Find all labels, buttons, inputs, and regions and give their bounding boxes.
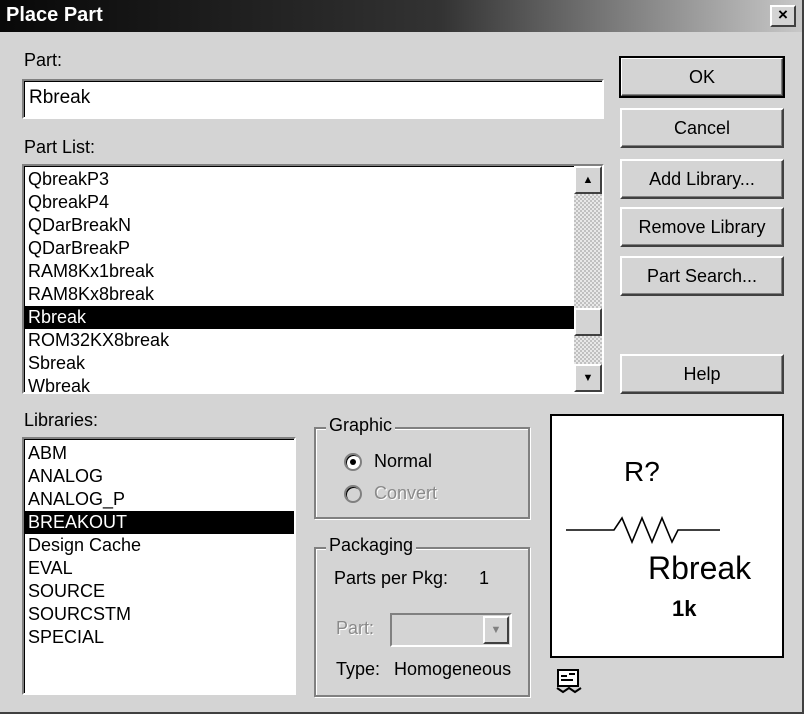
part-list-label: Part List: — [24, 137, 96, 157]
chevron-down-icon: ▼ — [483, 616, 509, 644]
type-label: Type: — [336, 659, 381, 679]
list-item[interactable]: RAM8Kx8break — [24, 283, 574, 306]
package-part-label: Part: — [336, 618, 375, 638]
part-list[interactable]: QbreakP3 QbreakP4 QDarBreakN QDarBreakP … — [22, 164, 604, 394]
graphic-group-title: Graphic — [326, 415, 396, 436]
list-item[interactable]: Sbreak — [24, 352, 574, 375]
part-search-button[interactable]: Part Search... — [620, 256, 784, 296]
list-item[interactable]: RAM8Kx1break — [24, 260, 574, 283]
library-item[interactable]: SOURCSTM — [24, 603, 294, 626]
libraries-list[interactable]: ABM ANALOG ANALOG_P BREAKOUT Design Cach… — [22, 437, 296, 695]
up-arrow-icon: ▲ — [582, 174, 594, 186]
part-input[interactable]: Rbreak — [22, 79, 604, 119]
preview-value: Rbreak — [648, 550, 752, 586]
library-item[interactable]: ANALOG_P — [24, 488, 294, 511]
library-item[interactable]: Design Cache — [24, 534, 294, 557]
list-item[interactable]: QDarBreakN — [24, 214, 574, 237]
help-button[interactable]: Help — [620, 354, 784, 394]
remove-library-button[interactable]: Remove Library — [620, 207, 784, 247]
window-title: Place Part — [6, 4, 103, 26]
title-bar[interactable]: Place Part × — [0, 0, 802, 32]
close-button[interactable]: × — [770, 5, 796, 27]
preview-param: 1k — [672, 596, 697, 621]
packaging-group-title: Packaging — [326, 535, 417, 556]
scroll-thumb[interactable] — [574, 308, 602, 336]
list-item-selected[interactable]: Rbreak — [24, 306, 574, 329]
library-icon[interactable] — [555, 668, 583, 694]
convert-radio-label: Convert — [374, 483, 438, 503]
cancel-button[interactable]: Cancel — [620, 108, 784, 148]
down-arrow-icon: ▼ — [582, 372, 594, 384]
part-input-value: Rbreak — [29, 87, 91, 108]
list-item[interactable]: QbreakP3 — [24, 168, 574, 191]
library-item[interactable]: ABM — [24, 442, 294, 465]
library-item[interactable]: ANALOG — [24, 465, 294, 488]
resistor-symbol — [566, 515, 720, 545]
library-item[interactable]: SPECIAL — [24, 626, 294, 649]
list-item[interactable]: QDarBreakP — [24, 237, 574, 260]
list-item[interactable]: ROM32KX8break — [24, 329, 574, 352]
graphic-group: Graphic Normal Convert — [314, 415, 530, 519]
preview-refdes: R? — [624, 456, 660, 487]
place-part-dialog: Place Part × Part: Rbreak Part List: Qbr… — [0, 0, 804, 714]
normal-radio-label[interactable]: Normal — [374, 451, 432, 472]
list-item[interactable]: Wbreak — [24, 375, 574, 392]
libraries-label: Libraries: — [24, 410, 99, 430]
parts-per-pkg-value: 1 — [479, 568, 490, 588]
convert-radio — [344, 485, 362, 503]
scroll-up-button[interactable]: ▲ — [574, 166, 602, 194]
add-library-button[interactable]: Add Library... — [620, 159, 784, 199]
library-item-selected[interactable]: BREAKOUT — [24, 511, 294, 534]
normal-radio[interactable] — [344, 453, 362, 471]
close-icon: × — [778, 5, 788, 24]
part-list-scrollbar[interactable]: ▲ ▼ — [574, 166, 602, 392]
type-value: Homogeneous — [394, 659, 512, 679]
ok-button[interactable]: OK — [619, 56, 785, 98]
scroll-down-button[interactable]: ▼ — [574, 364, 602, 392]
package-part-select: ▼ — [390, 613, 512, 647]
part-preview: R? Rbreak 1k — [550, 414, 784, 658]
list-item[interactable]: QbreakP4 — [24, 191, 574, 214]
parts-per-pkg-label: Parts per Pkg: — [334, 568, 449, 588]
part-label: Part: — [24, 50, 63, 70]
library-item[interactable]: SOURCE — [24, 580, 294, 603]
library-item[interactable]: EVAL — [24, 557, 294, 580]
